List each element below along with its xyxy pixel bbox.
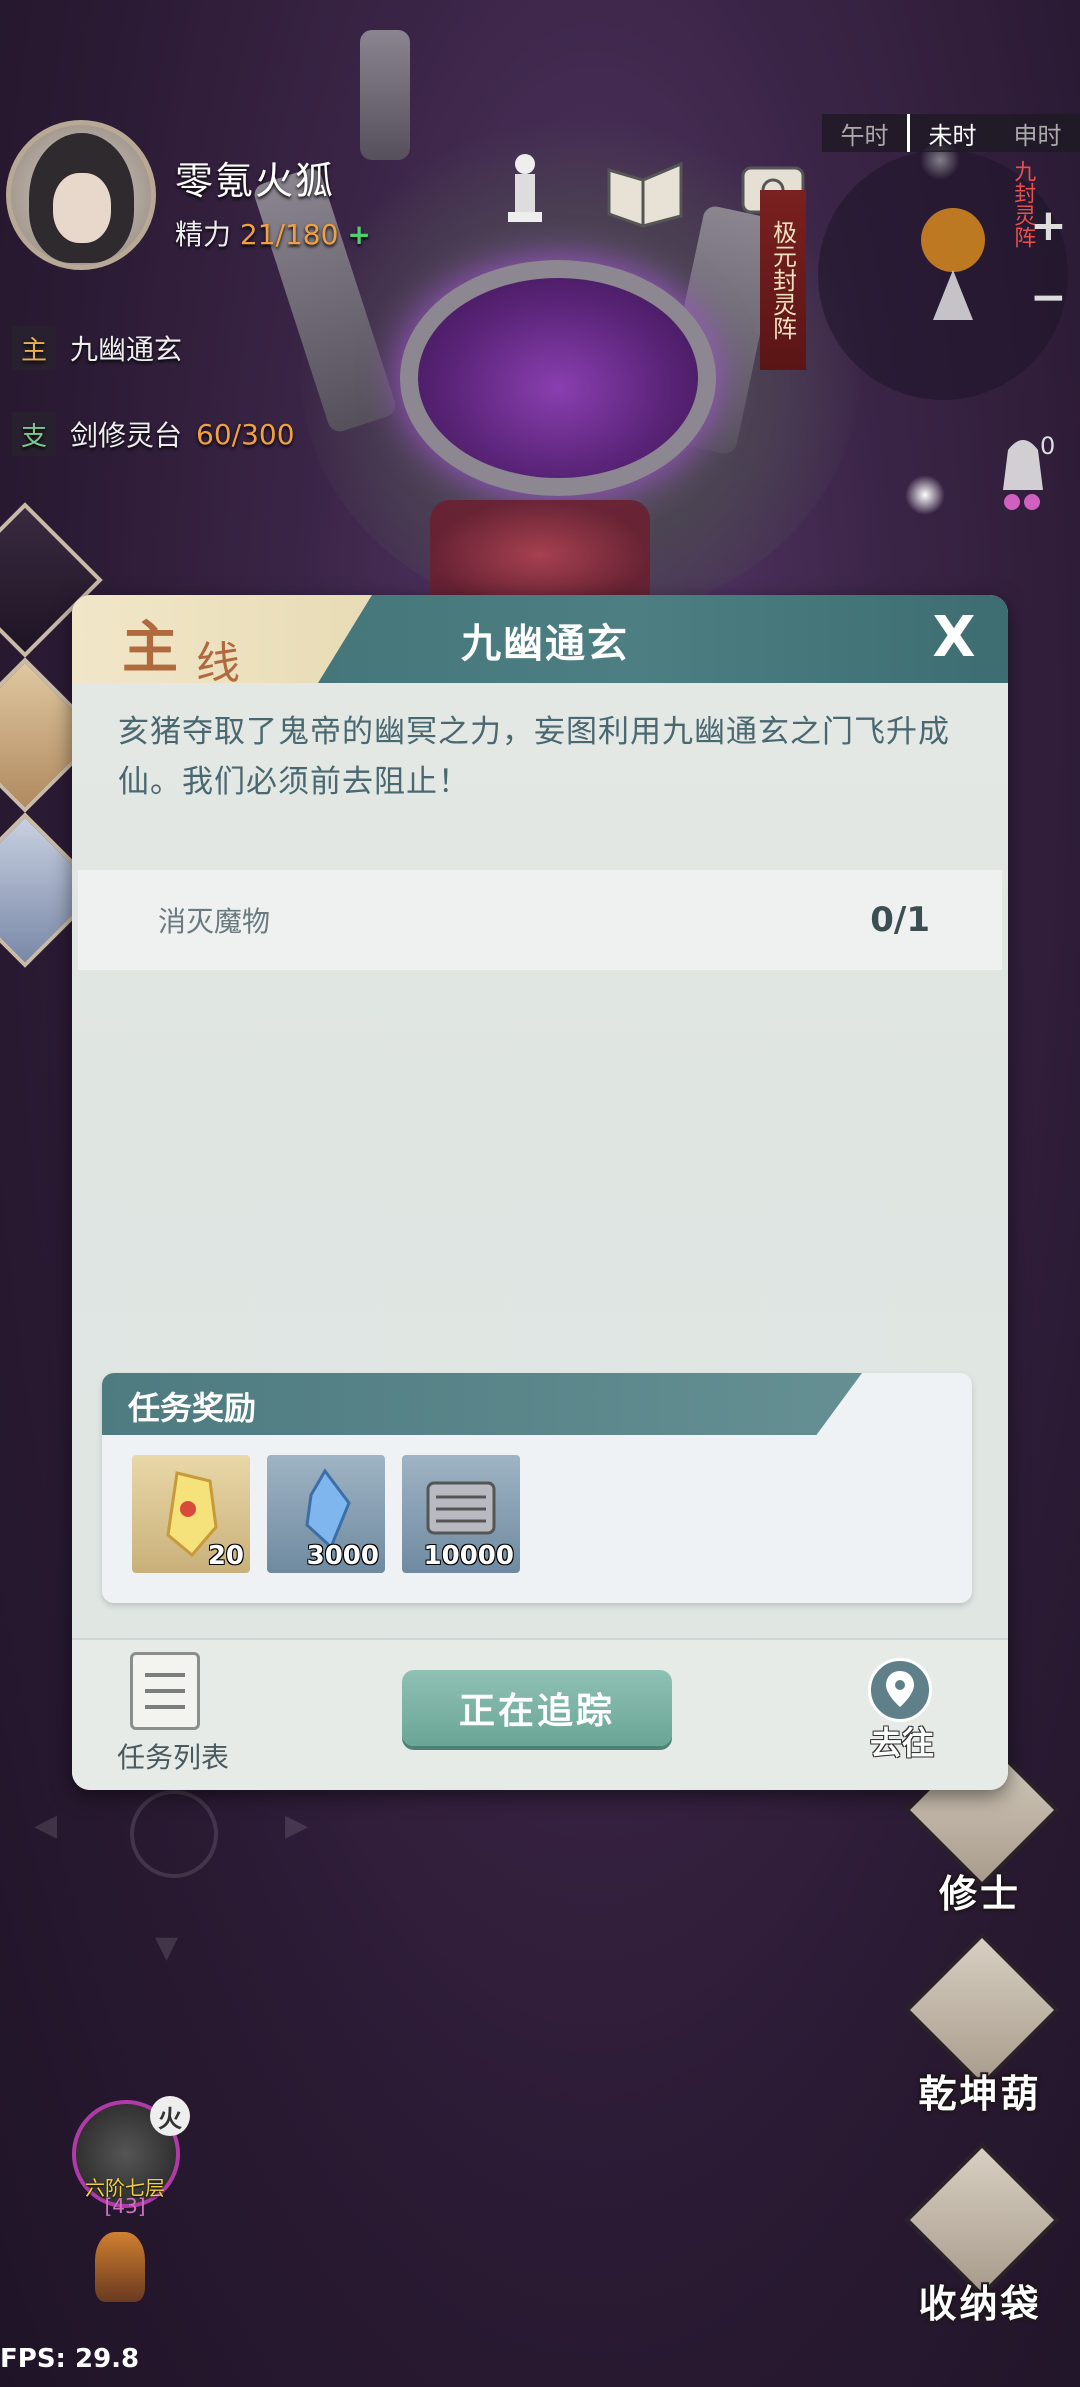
side-quest-tag: 支 (12, 412, 56, 456)
movement-joystick[interactable] (130, 1790, 218, 1878)
reward-header: 任务奖励 (102, 1373, 862, 1435)
notification-count: 0 (1040, 432, 1056, 460)
element-badge: 火 (150, 2096, 190, 2136)
reward-quantity: 3000 (306, 1541, 379, 1571)
reward-quantity: 10000 (423, 1541, 514, 1571)
map-pin-icon (868, 1658, 932, 1722)
purple-portal (400, 260, 716, 496)
go-to-label: 去往 (869, 1724, 934, 1762)
main-quest-tracker[interactable]: 主 九幽通玄 (12, 326, 182, 370)
reward-quantity: 20 (207, 1541, 244, 1571)
gourd-button[interactable]: 乾坤葫 (904, 1932, 1060, 2125)
time-of-day-bar: 午时 未时 申时 (822, 114, 1080, 152)
time-slot: 午时 (840, 121, 889, 150)
altar-ornament (430, 500, 650, 610)
realm-level: [43] (104, 2194, 146, 2218)
zoom-in-button[interactable]: + (1030, 200, 1067, 251)
quest-objective-row: 消灭魔物 0/1 (78, 870, 1002, 970)
joystick-down-arrow-icon: ▼ (155, 1930, 179, 1965)
storage-bag-button[interactable]: 收纳袋 (904, 2142, 1060, 2335)
dialog-header: 主 线 九幽通玄 X (72, 595, 1008, 683)
go-to-button[interactable]: 去往 (842, 1658, 952, 1768)
list-icon (130, 1652, 200, 1730)
player-name: 零氪火狐 (175, 159, 336, 203)
quest-list-button[interactable]: 任务列表 (108, 1652, 229, 1782)
pet-companion-icon[interactable] (95, 2232, 145, 2302)
storage-bag-label: 收纳袋 (918, 2282, 1042, 2326)
objective-progress: 0/1 (870, 900, 930, 940)
reward-item[interactable]: 3000 (267, 1455, 385, 1573)
close-button[interactable]: X (922, 605, 986, 670)
quest-list-label: 任务列表 (116, 1741, 229, 1774)
energy-label: 精力 (175, 218, 232, 251)
reward-title: 任务奖励 (128, 1389, 257, 1427)
main-quest-tag: 主 (12, 326, 56, 370)
chess-piece-icon[interactable] (490, 150, 560, 230)
spellbook-icon[interactable] (600, 150, 690, 230)
side-quest-progress: 60/300 (196, 417, 295, 451)
sealing-array-banner[interactable]: 极元封灵阵 (760, 190, 806, 370)
quest-reward-panel: 任务奖励 20 3000 10000 (102, 1373, 972, 1603)
add-energy-button[interactable]: + (347, 218, 370, 251)
energy-value: 21/180 (239, 218, 339, 251)
time-slot-current: 未时 (907, 114, 995, 152)
time-slot: 申时 (1013, 121, 1062, 150)
quest-detail-dialog: 主 线 九幽通玄 X 亥猪夺取了鬼帝的幽冥之力，妄图利用九幽通玄之门飞升成仙。我… (72, 595, 1008, 1790)
player-avatar[interactable] (6, 120, 156, 270)
tracking-button[interactable]: 正在追踪 (402, 1670, 672, 1746)
energy-indicator: 精力 21/180 + (175, 213, 371, 253)
reward-item[interactable]: 20 (132, 1455, 250, 1573)
main-quest-name: 九幽通玄 (70, 333, 183, 366)
side-quest-name: 剑修灵台 (70, 419, 183, 452)
zoom-out-button[interactable]: − (1030, 272, 1067, 323)
gourd-label: 乾坤葫 (918, 2072, 1042, 2116)
joystick-right-arrow-icon: ▶ (285, 1808, 309, 1843)
fps-counter: FPS: 29.8 (0, 2344, 140, 2374)
side-quest-tracker[interactable]: 支 剑修灵台 60/300 (12, 412, 295, 456)
joystick-left-arrow-icon: ◀ (34, 1808, 58, 1843)
reward-item[interactable]: 10000 (402, 1455, 520, 1573)
dialog-footer: 任务列表 正在追踪 去往 (72, 1638, 1008, 1790)
stone-pillar (360, 30, 410, 160)
dialog-title: 九幽通玄 (461, 621, 629, 667)
spirit-light (905, 475, 945, 515)
objective-text: 消灭魔物 (158, 905, 271, 938)
cultivator-label: 修士 (938, 1872, 1021, 1916)
quest-description: 亥猪夺取了鬼帝的幽冥之力，妄图利用九幽通玄之门飞升成仙。我们必须前去阻止！ (118, 714, 950, 800)
